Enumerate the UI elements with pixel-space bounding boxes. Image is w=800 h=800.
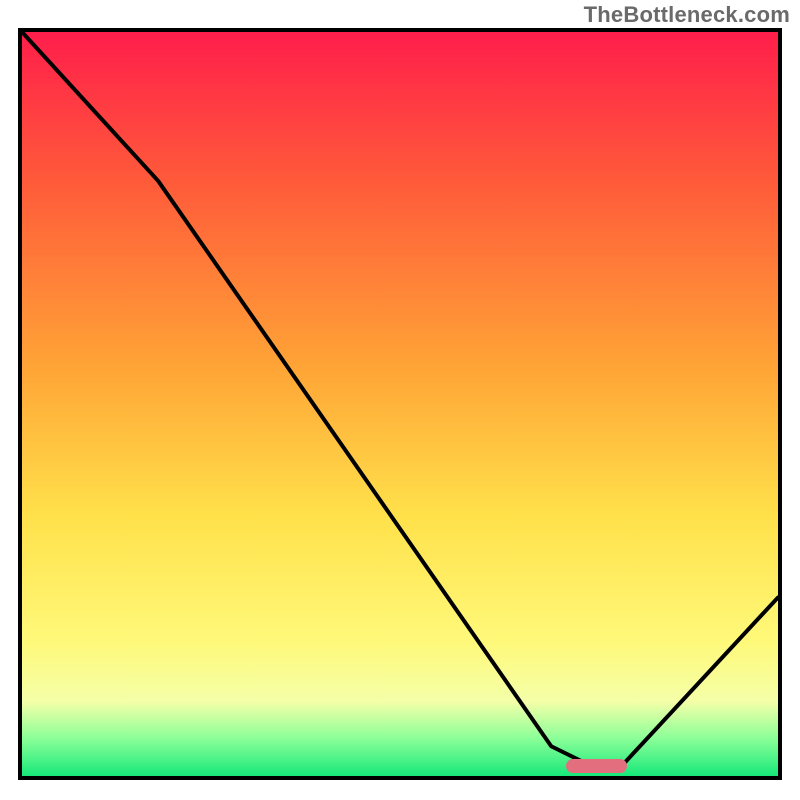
optimal-range-marker — [566, 759, 626, 773]
chart-plot-area — [18, 28, 782, 780]
chart-line-series — [22, 32, 778, 776]
watermark-text: TheBottleneck.com — [584, 2, 790, 28]
